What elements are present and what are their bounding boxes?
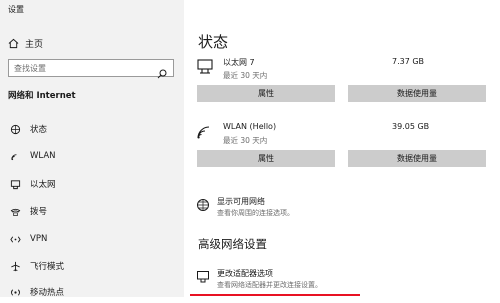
sidebar-item-label: WLAN bbox=[30, 151, 56, 161]
connection-data-size: 7.37 GB bbox=[392, 57, 425, 66]
sidebar-item-label: 移动热点 bbox=[30, 288, 65, 298]
airplane-icon bbox=[8, 259, 22, 273]
link-title: 更改适配器选项 bbox=[217, 269, 273, 278]
sidebar: 设置 主页 网络和 Internet 状态 WLAN 以太网 bbox=[0, 0, 184, 298]
home-nav-item[interactable]: 主页 bbox=[8, 36, 43, 50]
sidebar-item-status[interactable]: 状态 bbox=[0, 118, 184, 140]
connection-data-size: 39.05 GB bbox=[392, 122, 430, 131]
sidebar-item-vpn[interactable]: VPN bbox=[0, 228, 184, 250]
page-title: 状态 bbox=[198, 33, 229, 51]
sidebar-item-dialup[interactable]: 拨号 bbox=[0, 200, 184, 222]
adapter-icon bbox=[196, 269, 210, 288]
connection-name: 以太网 7 bbox=[223, 58, 255, 67]
connection-name: WLAN (Hello) bbox=[223, 122, 277, 131]
home-icon bbox=[8, 38, 19, 49]
connection-wlan: WLAN (Hello) 最近 30 天内 39.05 GB bbox=[196, 122, 436, 148]
wifi-icon bbox=[196, 124, 214, 144]
window-title: 设置 bbox=[8, 5, 24, 14]
search-box[interactable] bbox=[8, 59, 174, 79]
connection-subtitle: 最近 30 天内 bbox=[223, 136, 268, 145]
ethernet-data-usage-button[interactable]: 数据使用量 bbox=[348, 85, 486, 102]
link-title: 显示可用网络 bbox=[217, 197, 265, 206]
sidebar-item-wlan[interactable]: WLAN bbox=[0, 145, 184, 167]
ethernet-properties-button[interactable]: 属性 bbox=[197, 85, 335, 102]
ethernet-icon bbox=[196, 59, 214, 79]
sidebar-item-label: 飞行模式 bbox=[30, 262, 65, 272]
link-subtitle: 查看你周围的连接选项。 bbox=[217, 209, 294, 217]
globe-icon bbox=[8, 122, 22, 136]
sidebar-item-label: 拨号 bbox=[30, 207, 48, 217]
link-subtitle: 查看网络适配器并更改连接设置。 bbox=[217, 281, 322, 289]
sidebar-item-label: VPN bbox=[30, 234, 48, 244]
wlan-properties-button[interactable]: 属性 bbox=[197, 150, 335, 167]
change-adapter-options-link[interactable]: 更改适配器选项 查看网络适配器并更改连接设置。 bbox=[196, 268, 466, 292]
dialup-icon bbox=[8, 204, 22, 218]
main-content: 状态 以太网 7 最近 30 天内 7.37 GB 属性 数据使用量 WLAN … bbox=[184, 0, 500, 297]
ethernet-icon bbox=[8, 177, 22, 191]
search-icon[interactable] bbox=[157, 64, 167, 83]
highlight-underline bbox=[190, 294, 360, 296]
sidebar-item-ethernet[interactable]: 以太网 bbox=[0, 173, 184, 195]
home-label: 主页 bbox=[25, 39, 44, 50]
sidebar-item-label: 以太网 bbox=[30, 180, 56, 190]
wlan-data-usage-button[interactable]: 数据使用量 bbox=[348, 150, 486, 167]
sidebar-item-label: 状态 bbox=[30, 125, 48, 135]
vpn-icon bbox=[8, 232, 22, 246]
advanced-settings-heading: 高级网络设置 bbox=[198, 237, 267, 251]
section-title: 网络和 Internet bbox=[8, 91, 76, 101]
connection-subtitle: 最近 30 天内 bbox=[223, 71, 268, 80]
network-globe-icon bbox=[196, 197, 210, 216]
sidebar-item-hotspot[interactable]: 移动热点 bbox=[0, 281, 184, 303]
connection-ethernet: 以太网 7 最近 30 天内 7.37 GB bbox=[196, 57, 436, 83]
search-input[interactable] bbox=[14, 63, 154, 73]
wifi-icon bbox=[8, 149, 22, 163]
sidebar-item-airplane[interactable]: 飞行模式 bbox=[0, 255, 184, 277]
show-available-networks-link[interactable]: 显示可用网络 查看你周围的连接选项。 bbox=[196, 196, 466, 220]
